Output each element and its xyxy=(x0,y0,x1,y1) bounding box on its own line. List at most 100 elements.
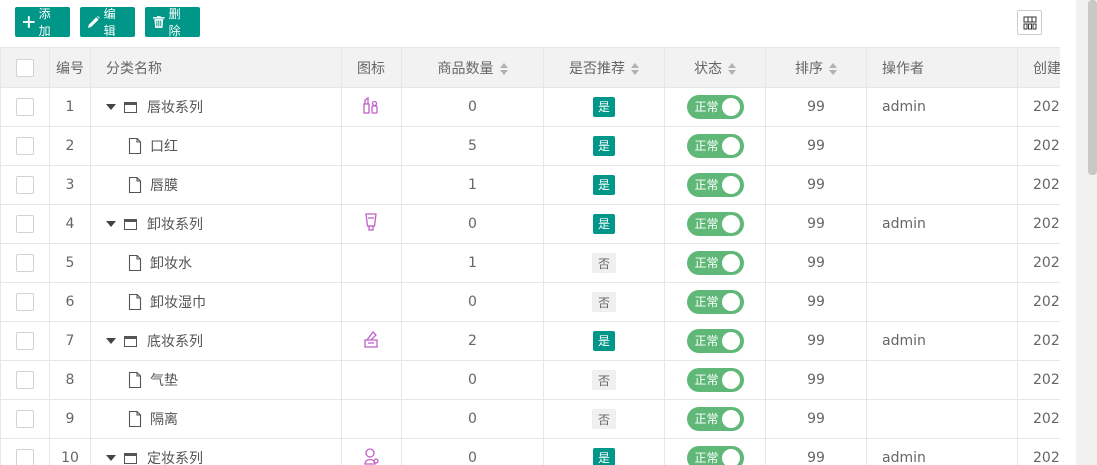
status-toggle[interactable]: 正常 xyxy=(686,329,744,353)
category-name: 定妆系列 xyxy=(147,451,203,465)
status-toggle[interactable]: 正常 xyxy=(686,251,744,275)
table-row[interactable]: 6 卸妆湿巾 0 否 正常 99 2020 xyxy=(0,282,1060,322)
row-checkbox[interactable] xyxy=(16,137,34,155)
status-toggle[interactable]: 正常 xyxy=(686,212,744,236)
sort-icon[interactable] xyxy=(728,62,736,75)
table-row[interactable]: 10 定妆系列 0 是 正常 99admin2020 xyxy=(0,438,1060,465)
category-name: 隔离 xyxy=(150,412,178,428)
status-toggle-label: 正常 xyxy=(694,178,719,192)
row-select-cell xyxy=(0,321,50,361)
pencil-icon xyxy=(88,16,100,28)
sort-icon[interactable] xyxy=(631,62,639,75)
toggle-knob xyxy=(721,137,740,155)
column-filter-button[interactable] xyxy=(1017,10,1042,35)
table-row[interactable]: 1 唇妆系列 0 是 正常 99admin2020 xyxy=(0,87,1060,127)
column-header-status[interactable]: 状态 xyxy=(664,47,766,88)
caret-down-icon[interactable] xyxy=(106,104,116,110)
table-row[interactable]: 3 唇膜 1 是 正常 99 2020 xyxy=(0,165,1060,205)
column-header-id: 编号 xyxy=(49,47,91,88)
row-status-cell: 正常 xyxy=(664,321,766,361)
row-status-cell: 正常 xyxy=(664,87,766,127)
file-icon xyxy=(128,138,142,154)
recommend-badge: 是 xyxy=(592,448,615,465)
status-toggle[interactable]: 正常 xyxy=(686,407,744,431)
row-operator xyxy=(866,126,1018,166)
row-created: 2020 xyxy=(1017,399,1060,439)
row-operator: admin xyxy=(866,204,1018,244)
row-select-cell xyxy=(0,165,50,205)
toggle-knob xyxy=(721,215,740,233)
table-row[interactable]: 2 口红 5 是 正常 99 2020 xyxy=(0,126,1060,166)
row-status-cell: 正常 xyxy=(664,438,766,465)
recommend-badge: 是 xyxy=(592,214,615,234)
sort-icon[interactable] xyxy=(829,62,837,75)
row-icon-cell xyxy=(341,87,402,127)
status-toggle[interactable]: 正常 xyxy=(686,134,744,158)
column-header-count[interactable]: 商品数量 xyxy=(401,47,544,88)
status-toggle[interactable]: 正常 xyxy=(686,290,744,314)
status-toggle[interactable]: 正常 xyxy=(686,173,744,197)
row-name-cell: 卸妆系列 xyxy=(90,204,342,244)
edit-button[interactable]: 编辑 xyxy=(80,7,135,38)
row-select-cell xyxy=(0,282,50,322)
caret-down-icon[interactable] xyxy=(106,338,116,344)
table-row[interactable]: 7 底妆系列 2 是 正常 99admin2020 xyxy=(0,321,1060,361)
row-icon-cell xyxy=(341,282,402,322)
row-checkbox[interactable] xyxy=(16,449,34,465)
row-select-cell xyxy=(0,360,50,400)
row-count: 0 xyxy=(401,360,544,400)
row-icon-cell xyxy=(341,165,402,205)
row-checkbox[interactable] xyxy=(16,215,34,233)
recommend-badge: 否 xyxy=(591,409,616,429)
row-checkbox[interactable] xyxy=(16,371,34,389)
folder-icon xyxy=(124,218,137,230)
recommend-badge: 是 xyxy=(592,136,615,156)
row-checkbox[interactable] xyxy=(16,98,34,116)
status-toggle[interactable]: 正常 xyxy=(686,95,744,119)
add-button[interactable]: 添加 xyxy=(15,7,70,38)
row-created: 2020 xyxy=(1017,87,1060,127)
caret-down-icon[interactable] xyxy=(106,455,116,461)
table-row[interactable]: 8 气垫 0 否 正常 99 2020 xyxy=(0,360,1060,400)
table-row[interactable]: 4 卸妆系列 0 是 正常 99admin2020 xyxy=(0,204,1060,244)
row-created: 2020 xyxy=(1017,360,1060,400)
delete-button[interactable]: 删除 xyxy=(145,7,200,38)
table-row[interactable]: 9 隔离 0 否 正常 99 2020 xyxy=(0,399,1060,439)
column-header-sort[interactable]: 排序 xyxy=(765,47,867,88)
row-icon-cell xyxy=(341,126,402,166)
row-checkbox[interactable] xyxy=(16,293,34,311)
row-count: 0 xyxy=(401,438,544,465)
column-header-recommend[interactable]: 是否推荐 xyxy=(543,47,665,88)
row-status-cell: 正常 xyxy=(664,126,766,166)
table-header-row: 编号 分类名称 图标 商品数量 是否推荐 状态 排序 操作者 创建 xyxy=(0,47,1060,88)
status-toggle-label: 正常 xyxy=(694,373,719,387)
status-toggle[interactable]: 正常 xyxy=(686,446,744,465)
row-name-cell: 卸妆湿巾 xyxy=(90,282,342,322)
row-name-cell: 卸妆水 xyxy=(90,243,342,283)
scrollbar-thumb[interactable] xyxy=(1088,0,1097,175)
row-checkbox[interactable] xyxy=(16,332,34,350)
row-name-cell: 唇膜 xyxy=(90,165,342,205)
sort-icon[interactable] xyxy=(499,62,508,75)
row-checkbox[interactable] xyxy=(16,410,34,428)
status-toggle[interactable]: 正常 xyxy=(686,368,744,392)
category-name: 唇膜 xyxy=(150,178,178,194)
status-toggle-label: 正常 xyxy=(694,139,719,153)
row-name-cell: 气垫 xyxy=(90,360,342,400)
row-count: 0 xyxy=(401,399,544,439)
status-toggle-label: 正常 xyxy=(694,295,719,309)
select-all-checkbox[interactable] xyxy=(16,58,34,77)
caret-down-icon[interactable] xyxy=(106,221,116,227)
table-row[interactable]: 5 卸妆水 1 否 正常 99 2020 xyxy=(0,243,1060,283)
recommend-badge: 是 xyxy=(592,331,615,351)
row-checkbox[interactable] xyxy=(16,254,34,272)
row-icon-cell xyxy=(341,360,402,400)
makeup-remover-icon xyxy=(362,213,380,236)
row-recommend-cell: 否 xyxy=(543,399,665,439)
row-checkbox[interactable] xyxy=(16,176,34,194)
row-created: 2020 xyxy=(1017,438,1060,465)
toggle-knob xyxy=(721,410,740,428)
row-status-cell: 正常 xyxy=(664,360,766,400)
row-count: 0 xyxy=(401,204,544,244)
row-name-cell: 唇妆系列 xyxy=(90,87,342,127)
